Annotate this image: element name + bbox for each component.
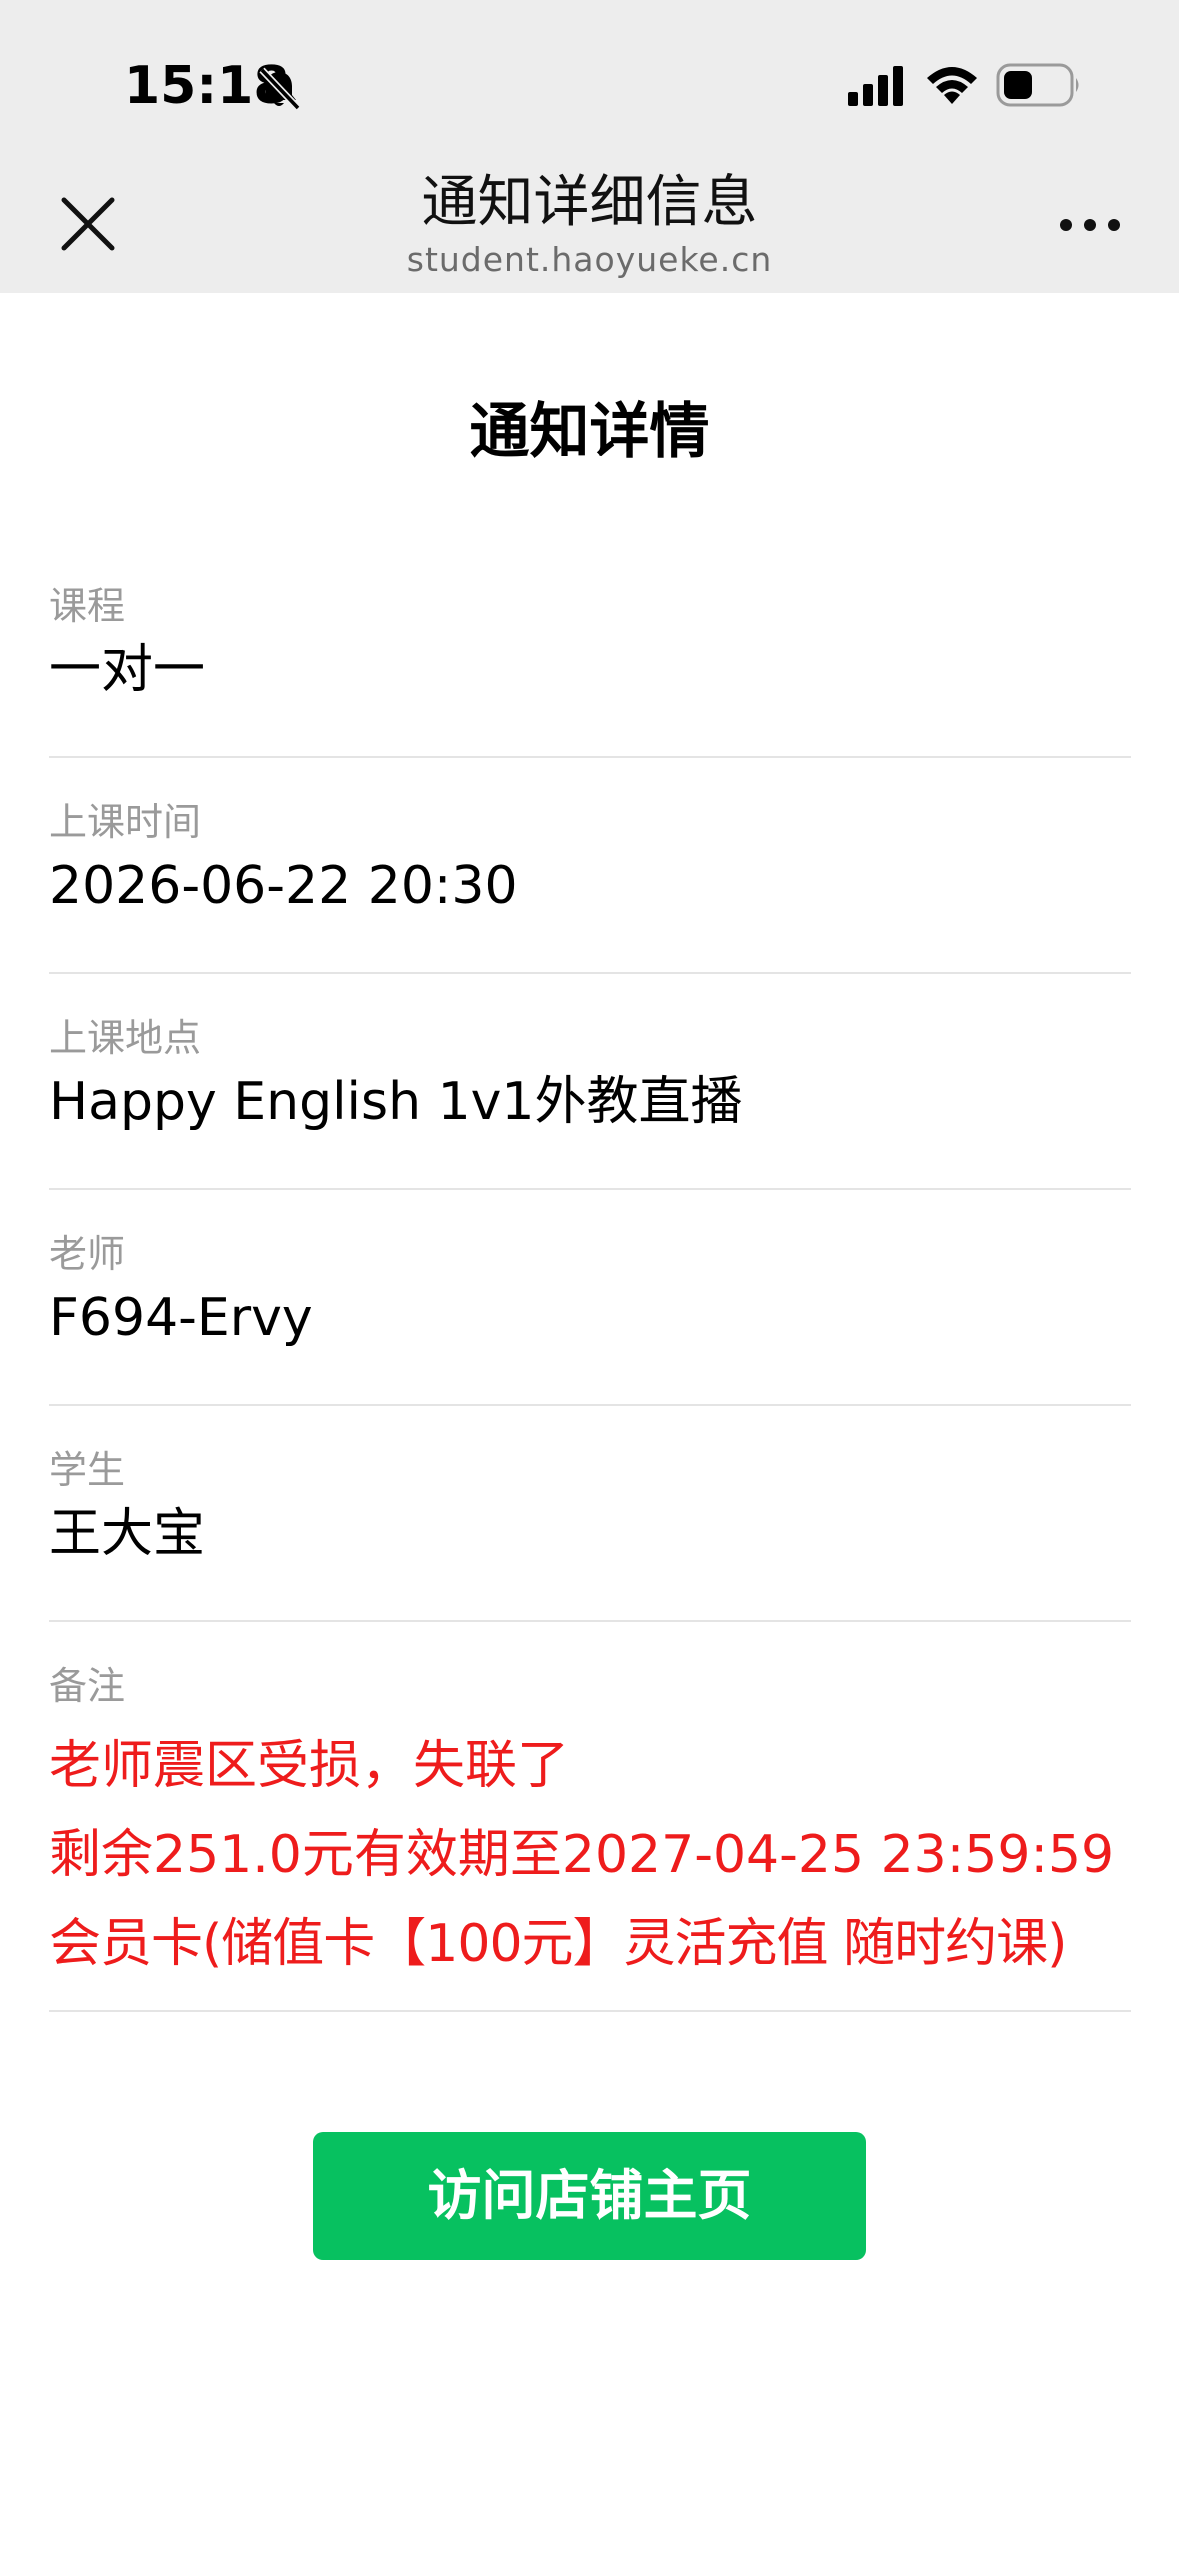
note-label: 备注 [49, 1664, 126, 1708]
battery-icon [996, 63, 1079, 107]
field-course: 课程 一对一 [49, 570, 1131, 758]
field-teacher: 老师 F694-Ervy [49, 1218, 1131, 1406]
course-label: 课程 [49, 584, 126, 628]
visit-store-button[interactable]: 访问店铺主页 [313, 2132, 866, 2260]
note-line: 会员卡(储值卡【100元】灵活充值 随时约课) [49, 1914, 1067, 1974]
time-label: 上课时间 [49, 800, 202, 844]
more-icon[interactable] [1058, 214, 1122, 236]
field-student: 学生 王大宝 [49, 1434, 1131, 1622]
course-value: 一对一 [49, 640, 206, 700]
nav-url: student.haoyueke.cn [406, 240, 773, 279]
bell-slash-icon [259, 67, 301, 111]
field-note: 备注 老师震区受损，失联了 剩余251.0元有效期至2027-04-25 23:… [49, 1650, 1131, 2012]
field-location: 上课地点 Happy English 1v1外教直播 [49, 1002, 1131, 1190]
note-line: 老师震区受损，失联了 [49, 1736, 570, 1796]
student-label: 学生 [49, 1448, 126, 1492]
wifi-icon [927, 67, 977, 104]
field-time: 上课时间 2026-06-22 20:30 [49, 786, 1131, 974]
student-value: 王大宝 [49, 1504, 206, 1564]
location-label: 上课地点 [49, 1016, 202, 1060]
nav-title: 通知详细信息 [421, 170, 758, 235]
page-title: 通知详情 [469, 397, 710, 467]
note-line: 剩余251.0元有效期至2027-04-25 23:59:59 [49, 1825, 1115, 1885]
cellular-signal-icon [848, 66, 903, 106]
teacher-value: F694-Ervy [49, 1288, 313, 1348]
location-value: Happy English 1v1外教直播 [49, 1072, 743, 1132]
time-value: 2026-06-22 20:30 [49, 856, 518, 916]
teacher-label: 老师 [49, 1232, 126, 1276]
top-bar: 15:18 通知详细信息 student.haoyueke.cn [0, 0, 1179, 293]
